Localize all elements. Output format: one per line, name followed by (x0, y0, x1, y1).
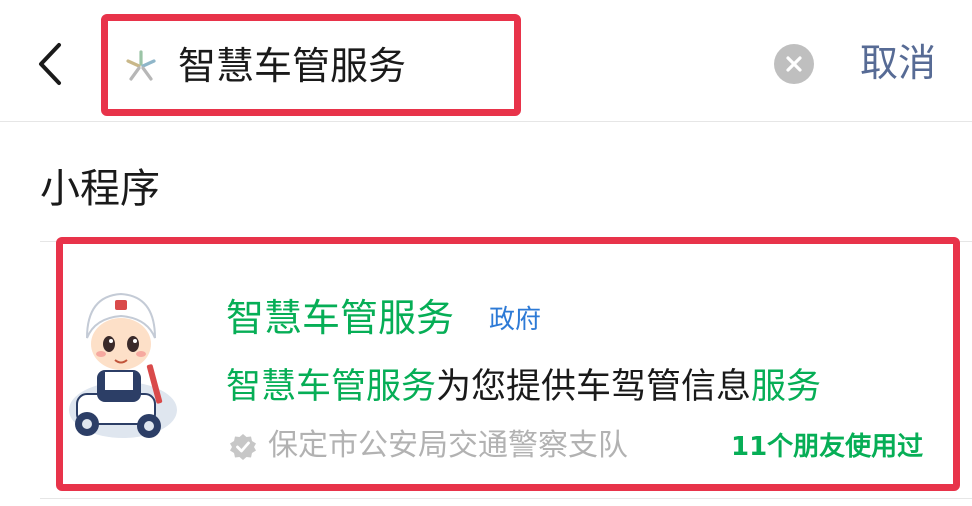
police-mascot-icon (69, 292, 177, 438)
result-divider (40, 498, 972, 499)
search-results-page: 智慧车管服务 取消 小程序 智慧车管服务 政府 智慧车管服务为您提供车驾管信息服… (0, 0, 972, 506)
developer-organization: 保定市公安局交通警察支队 (268, 428, 628, 463)
mini-program-result[interactable]: 智慧车管服务 政府 智慧车管服务为您提供车驾管信息服务 保定市公安局交通警察支队… (56, 237, 960, 491)
government-badge: 政府 (489, 305, 542, 335)
search-bar: 智慧车管服务 取消 (0, 0, 972, 120)
header-divider (0, 121, 972, 122)
mini-program-icon (126, 50, 156, 81)
mini-program-name[interactable]: 智慧车管服务 (226, 292, 454, 344)
section-title-mini-programs: 小程序 (40, 166, 160, 212)
mini-program-description: 智慧车管服务为您提供车驾管信息服务 (226, 362, 821, 412)
back-button[interactable] (30, 40, 70, 88)
verified-badge-icon (230, 434, 256, 460)
search-query-text[interactable]: 智慧车管服务 (178, 41, 406, 91)
clear-search-button[interactable] (774, 44, 814, 84)
description-highlight: 智慧车管服务 (226, 367, 437, 407)
description-text: 为您提供车驾管信息 (436, 367, 752, 407)
friends-used-count: 11个朋友使用过 (731, 432, 924, 462)
chevron-left-icon (39, 43, 61, 85)
search-input[interactable]: 智慧车管服务 (101, 14, 521, 116)
clear-circle-icon (786, 56, 802, 72)
cancel-button[interactable]: 取消 (860, 38, 936, 88)
description-highlight: 服务 (751, 367, 822, 407)
